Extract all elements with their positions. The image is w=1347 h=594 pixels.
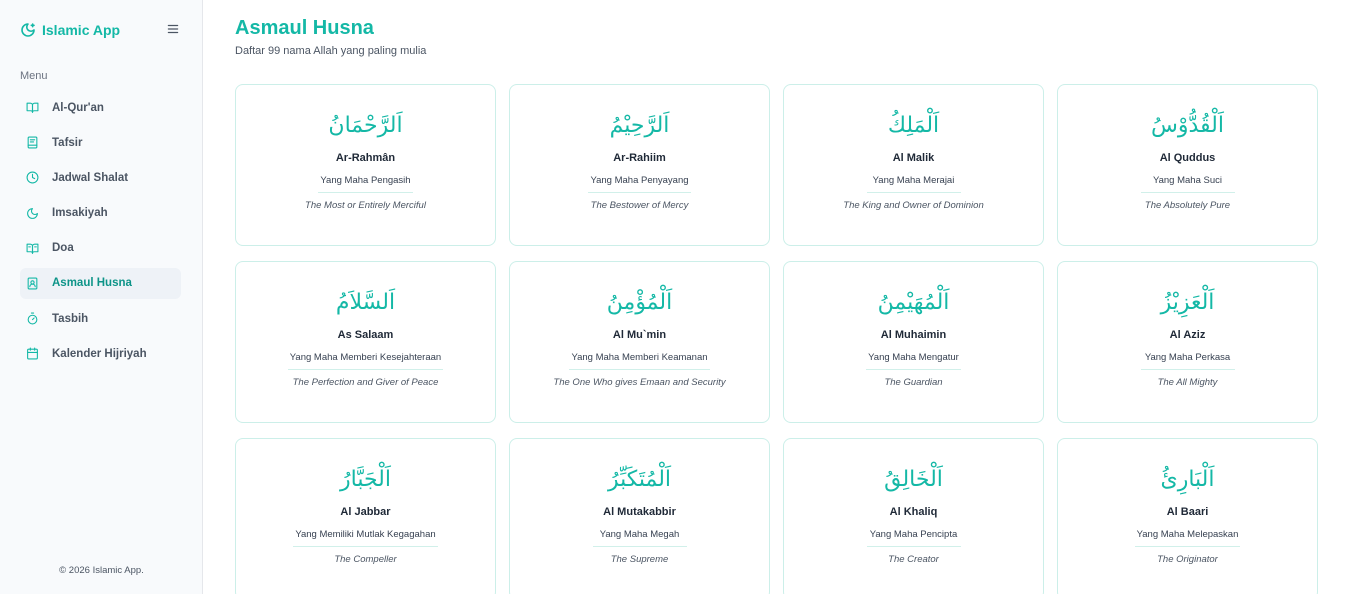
latin-name: Al Aziz [1169, 329, 1206, 341]
moon-star-icon [21, 23, 35, 37]
arabic-name: اَلْعَزِيْزُ [1160, 290, 1215, 315]
english-meaning: The Most or Entirely Merciful [305, 200, 426, 211]
meaning: Yang Maha Memberi Kesejahteraan [287, 352, 444, 370]
sidebar-item-label: Al-Qur'an [52, 101, 104, 114]
sidebar-item-label: Kalender Hijriyah [52, 347, 147, 360]
menu-heading: Menu [20, 70, 48, 82]
sidebar-item-tasbih[interactable]: Tasbih [20, 303, 181, 334]
arabic-name: اَلْمَلِكُ [887, 113, 940, 138]
english-meaning: The Supreme [610, 554, 669, 565]
latin-name: Al Malik [892, 152, 935, 164]
menu-toggle-icon[interactable] [166, 22, 180, 36]
moon-icon [27, 207, 38, 219]
timer-icon [27, 312, 38, 325]
name-card[interactable]: اَلْعَزِيْزُ Al Aziz Yang Maha Perkasa T… [1057, 261, 1318, 423]
sidebar-item-label: Tasbih [52, 312, 89, 325]
english-meaning: The One Who gives Emaan and Security [553, 377, 726, 388]
name-card[interactable]: اَلْجَبَّارُ Al Jabbar Yang Memiliki Mut… [235, 438, 496, 594]
english-meaning: The Compeller [334, 554, 397, 565]
meaning: Yang Maha Merajai [866, 175, 961, 193]
sidebar-item-doa[interactable]: Doa [20, 233, 181, 264]
names-grid: اَلرَّحْمَانُ Ar-Rahmân Yang Maha Pengas… [235, 84, 1318, 594]
sidebar-item-label: Imsakiyah [52, 207, 108, 220]
sidebar-item-jadwal-shalat[interactable]: Jadwal Shalat [20, 162, 181, 193]
arabic-name: اَلرَّحِيْمُ [609, 113, 670, 138]
meaning: Yang Maha Memberi Keamanan [569, 352, 710, 370]
meaning: Yang Maha Penyayang [588, 175, 691, 193]
arabic-name: اَلرَّحْمَانُ [328, 113, 403, 138]
page-title: Asmaul Husna [235, 17, 374, 39]
book-text-icon [26, 243, 39, 254]
arabic-name: اَلسَّلاَمُ [335, 290, 396, 315]
name-card[interactable]: اَلْمُتَكَبِّرُ Al Mutakabbir Yang Maha … [509, 438, 770, 594]
latin-name: Al Mutakabbir [603, 506, 676, 518]
name-card[interactable]: اَلْقُدُّوْسُ Al Quddus Yang Maha Suci T… [1057, 84, 1318, 246]
latin-name: Ar-Rahmân [335, 152, 396, 164]
arabic-name: اَلْمُتَكَبِّرُ [607, 467, 672, 492]
book-user-icon [27, 277, 38, 290]
english-meaning: The All Mighty [1157, 377, 1218, 388]
latin-name: Ar-Rahiim [613, 152, 666, 164]
brand[interactable]: Islamic App [20, 20, 120, 40]
copyright: © 2026 Islamic App. [59, 565, 144, 576]
sidebar-item-tafsir[interactable]: Tafsir [20, 127, 181, 158]
meaning: Yang Memiliki Mutlak Kegagahan [293, 529, 438, 547]
sidebar-item-label: Jadwal Shalat [52, 171, 129, 184]
latin-name: Al Jabbar [340, 506, 391, 518]
name-card[interactable]: اَلْمَلِكُ Al Malik Yang Maha Merajai Th… [783, 84, 1044, 246]
sidebar-item-kalender-hijriyah[interactable]: Kalender Hijriyah [20, 338, 181, 369]
arabic-name: اَلْمُهَيْمِنُ [877, 290, 950, 315]
clock-icon [26, 171, 39, 184]
name-card[interactable]: اَلرَّحْمَانُ Ar-Rahmân Yang Maha Pengas… [235, 84, 496, 246]
meaning: Yang Maha Megah [592, 529, 687, 547]
arabic-name: اَلْبَارِئُ [1160, 467, 1215, 492]
sidebar-item-label: Asmaul Husna [52, 277, 132, 290]
calendar-icon [27, 347, 38, 360]
meaning: Yang Maha Pengasih [318, 175, 413, 193]
english-meaning: The Perfection and Giver of Peace [292, 377, 439, 388]
sidebar-item-imsakiyah[interactable]: Imsakiyah [20, 198, 181, 229]
sidebar-item-label: Doa [52, 242, 74, 255]
meaning: Yang Maha Melepaskan [1134, 529, 1241, 547]
name-card[interactable]: اَلْمُهَيْمِنُ Al Muhaimin Yang Maha Men… [783, 261, 1044, 423]
book-icon [27, 136, 38, 149]
english-meaning: The King and Owner of Dominion [843, 200, 984, 211]
book-open-icon [26, 102, 39, 113]
english-meaning: The Bestower of Mercy [590, 200, 689, 211]
latin-name: As Salaam [337, 329, 394, 341]
meaning: Yang Maha Mengatur [866, 352, 961, 370]
latin-name: Al Khaliq [889, 506, 938, 518]
latin-name: Al Muhaimin [880, 329, 947, 341]
english-meaning: The Creator [888, 554, 939, 565]
sidebar-item-asmaul-husna[interactable]: Asmaul Husna [20, 267, 181, 299]
name-card[interactable]: اَلرَّحِيْمُ Ar-Rahiim Yang Maha Penyaya… [509, 84, 770, 246]
arabic-name: اَلْجَبَّارُ [340, 467, 391, 492]
latin-name: Al Baari [1166, 506, 1209, 518]
english-meaning: The Originator [1157, 554, 1218, 565]
arabic-name: اَلْقُدُّوْسُ [1151, 113, 1224, 138]
meaning: Yang Maha Suci [1140, 175, 1235, 193]
latin-name: Al Quddus [1159, 152, 1216, 164]
sidebar-item-label: Tafsir [52, 136, 83, 149]
sidebar-nav: Al-Qur'an Tafsir Jadwal Shalat Imsakiyah… [20, 92, 181, 374]
name-card[interactable]: اَلْمُؤْمِنُ Al Mu`min Yang Maha Memberi… [509, 261, 770, 423]
name-card[interactable]: اَلْبَارِئُ Al Baari Yang Maha Melepaska… [1057, 438, 1318, 594]
arabic-name: اَلْخَالِقُ [884, 467, 943, 492]
name-card[interactable]: اَلسَّلاَمُ As Salaam Yang Maha Memberi … [235, 261, 496, 423]
latin-name: Al Mu`min [612, 329, 667, 341]
app-title: Islamic App [42, 22, 121, 38]
sidebar: Islamic App Menu Al-Qur'an Tafsir Jadwal… [0, 0, 203, 594]
english-meaning: The Absolutely Pure [1144, 200, 1231, 211]
name-card[interactable]: اَلْخَالِقُ Al Khaliq Yang Maha Pencipta… [783, 438, 1044, 594]
page-subtitle: Daftar 99 nama Allah yang paling mulia [235, 45, 427, 57]
sidebar-item-al-quran[interactable]: Al-Qur'an [20, 92, 181, 123]
meaning: Yang Maha Perkasa [1140, 352, 1235, 370]
meaning: Yang Maha Pencipta [866, 529, 961, 547]
english-meaning: The Guardian [884, 377, 943, 388]
arabic-name: اَلْمُؤْمِنُ [606, 290, 673, 315]
